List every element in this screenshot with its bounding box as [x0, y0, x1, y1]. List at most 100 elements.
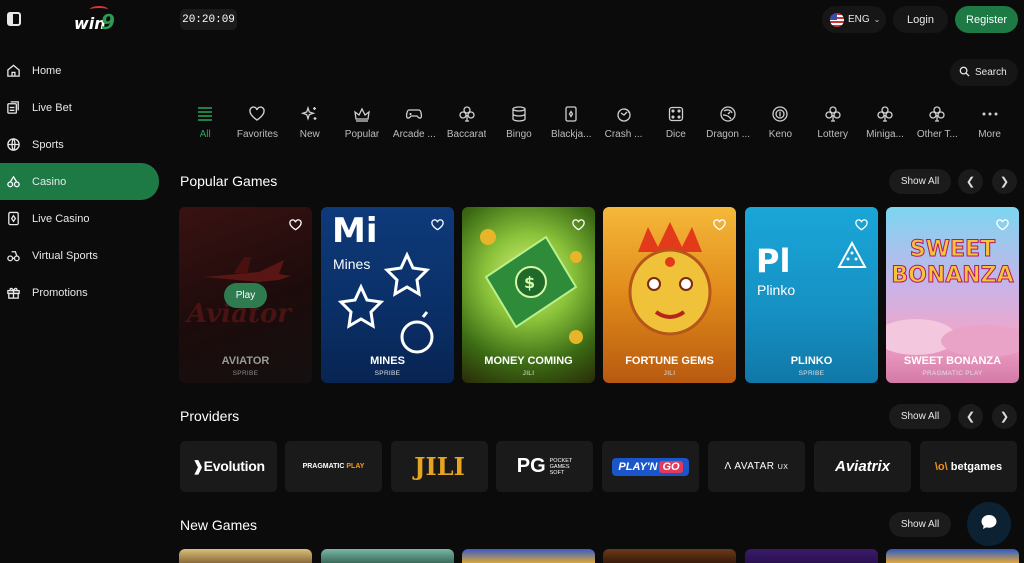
chevron-down-icon: ⌄	[873, 15, 881, 24]
category-popular[interactable]: Popular	[336, 102, 388, 146]
provider-evolution[interactable]: ❱Evolution	[180, 441, 277, 492]
candy-land-image	[886, 319, 1019, 357]
provider-betgames[interactable]: \o\ betgames	[920, 441, 1017, 492]
search-label: Search	[975, 67, 1007, 78]
favorite-heart-icon[interactable]	[289, 218, 302, 231]
providers-prev-button[interactable]: ❮	[958, 404, 983, 429]
category-crash[interactable]: Crash ...	[597, 102, 649, 146]
provider-aviatrix[interactable]: Aviatrix	[814, 441, 911, 492]
game-card-plinko[interactable]: Pl Plinko PLINKO SPRIBE	[745, 207, 878, 383]
logo[interactable]: win 9	[74, 6, 118, 34]
sidebar-item-label: Home	[32, 64, 62, 77]
gamepad-icon	[404, 104, 424, 124]
dice-icon	[666, 104, 686, 124]
game-name: AVIATOR	[221, 355, 270, 367]
category-dragon[interactable]: Dragon ...	[702, 102, 754, 146]
language-selector[interactable]: ENG ⌄	[822, 6, 886, 33]
pyramid-icon	[837, 241, 867, 268]
new-game-card[interactable]	[179, 549, 312, 563]
sidebar-item-live-casino[interactable]: Live Casino	[0, 200, 165, 237]
new-games-row	[179, 549, 1019, 563]
category-baccarat[interactable]: Baccarat	[440, 102, 492, 146]
new-game-card[interactable]	[462, 549, 595, 563]
category-other[interactable]: Other T...	[911, 102, 963, 146]
sidebar-item-label: Live Bet	[32, 101, 72, 114]
sidebar-item-live-bet[interactable]: Live Bet	[0, 89, 165, 126]
crash-icon	[614, 104, 634, 124]
home-icon	[6, 63, 21, 78]
category-minigames[interactable]: Miniga...	[859, 102, 911, 146]
category-new[interactable]: New	[284, 102, 336, 146]
sidebar-item-virtual-sports[interactable]: Virtual Sports	[0, 237, 165, 274]
game-card-sweet-bonanza[interactable]: SWEET BONANZA SWEET BONANZA PRAGMATIC PL…	[886, 207, 1019, 383]
login-button[interactable]: Login	[893, 6, 948, 33]
club-icon	[927, 104, 947, 124]
favorite-heart-icon[interactable]	[572, 218, 585, 231]
category-bingo[interactable]: Bingo	[493, 102, 545, 146]
new-show-all-button[interactable]: Show All	[889, 512, 951, 537]
sparkle-icon	[300, 104, 320, 124]
providers-show-all-button[interactable]: Show All	[889, 404, 951, 429]
popular-games-title: Popular Games	[180, 173, 278, 189]
game-card-money-coming[interactable]: $ MONEY COMING JILI	[462, 207, 595, 383]
category-label: More	[978, 129, 1001, 140]
game-name: MINES	[370, 355, 405, 367]
sweet-logo-line-1: SWEET	[909, 237, 996, 263]
search-button[interactable]: Search	[950, 59, 1018, 86]
popular-show-all-button[interactable]: Show All	[889, 169, 951, 194]
chat-bubble-icon	[980, 513, 998, 536]
game-provider: PRAGMATIC PLAY	[922, 370, 983, 377]
gift-icon	[6, 285, 21, 300]
provider-playngo[interactable]: PLAY'N GO	[602, 441, 699, 492]
favorite-heart-icon[interactable]	[855, 218, 868, 231]
category-more[interactable]: More	[963, 102, 1015, 146]
sidebar-item-promotions[interactable]: Promotions	[0, 274, 165, 311]
category-dice[interactable]: Dice	[650, 102, 702, 146]
new-game-card[interactable]	[745, 549, 878, 563]
sidebar-toggle-icon[interactable]	[7, 12, 21, 26]
favorite-heart-icon[interactable]	[431, 218, 444, 231]
provider-pg-soft[interactable]: PG POCKET GAMES SOFT	[496, 441, 593, 492]
provider-logo: Aviatrix	[834, 458, 891, 475]
category-label: New	[299, 129, 320, 140]
game-provider: SPRIBE	[232, 370, 259, 377]
category-label: Other T...	[916, 129, 958, 140]
provider-pragmatic-play[interactable]: PRAGMATIC PLAY	[285, 441, 382, 492]
category-lottery[interactable]: Lottery	[807, 102, 859, 146]
sidebar: win 9 Home Live Bet Sports Casino Live C…	[0, 0, 165, 563]
category-all[interactable]: All	[179, 102, 231, 146]
sidebar-item-sports[interactable]: Sports	[0, 126, 165, 163]
virtual-sports-icon	[6, 248, 21, 263]
game-card-aviator[interactable]: Aviator Play AVIATOR SPRIBE	[179, 207, 312, 383]
game-name: SWEET BONANZA	[903, 355, 1002, 367]
game-card-fortune-gems[interactable]: FORTUNE GEMS JILI	[603, 207, 736, 383]
provider-logo-subtext: POCKET GAMES SOFT	[549, 457, 573, 476]
category-favorites[interactable]: Favorites	[231, 102, 283, 146]
game-card-mines[interactable]: Mi Mines MINES SPRIBE	[321, 207, 454, 383]
category-blackjack[interactable]: Blackja...	[545, 102, 597, 146]
game-symbol: Pl	[756, 242, 791, 280]
logo-number: 9	[101, 10, 115, 34]
popular-next-button[interactable]: ❯	[992, 169, 1017, 194]
bingo-icon	[509, 104, 529, 124]
provider-avatar-ux[interactable]: Λ AVATAR UX	[708, 441, 805, 492]
favorite-heart-icon[interactable]	[713, 218, 726, 231]
favorite-heart-icon[interactable]	[996, 218, 1009, 231]
new-game-card[interactable]	[603, 549, 736, 563]
category-label: Favorites	[236, 129, 278, 140]
category-arcade[interactable]: Arcade ...	[388, 102, 440, 146]
clock: 20:20:09	[180, 9, 237, 30]
new-game-card[interactable]	[886, 549, 1019, 563]
popular-prev-button[interactable]: ❮	[958, 169, 983, 194]
popular-games-row: Aviator Play AVIATOR SPRIBE Mi Mines MIN…	[179, 207, 1019, 383]
sidebar-item-casino[interactable]: Casino	[0, 163, 159, 200]
category-keno[interactable]: Keno	[754, 102, 806, 146]
register-button[interactable]: Register	[955, 6, 1018, 33]
casino-icon	[6, 174, 21, 189]
play-button[interactable]: Play	[224, 283, 267, 308]
new-game-card[interactable]	[321, 549, 454, 563]
provider-jili[interactable]: JILI	[391, 441, 488, 492]
sidebar-item-home[interactable]: Home	[0, 52, 165, 89]
chat-button[interactable]	[967, 502, 1011, 546]
providers-next-button[interactable]: ❯	[992, 404, 1017, 429]
